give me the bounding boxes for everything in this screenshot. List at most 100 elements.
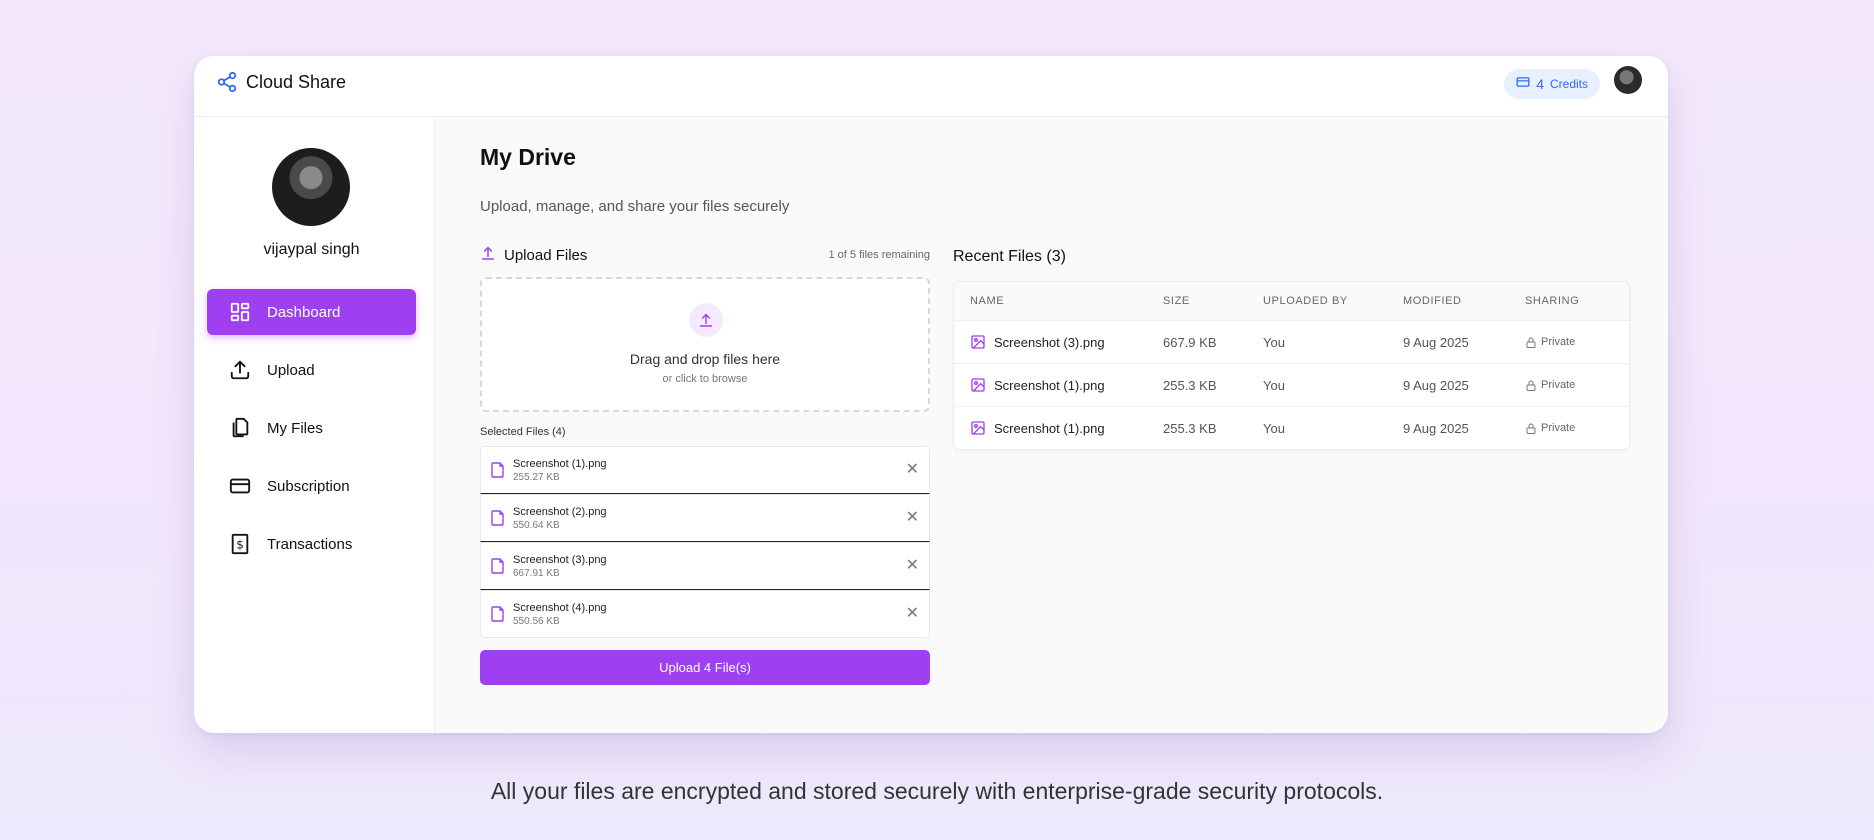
lock-icon [1526,423,1536,434]
top-bar: Cloud Share 4 Credits [194,56,1668,117]
sidebar-item-label: Subscription [267,477,350,495]
sidebar-item-upload[interactable]: Upload [207,347,416,393]
file-icon [491,510,504,526]
row-modified: 9 Aug 2025 [1403,334,1469,350]
selected-file-item: Screenshot (4).png 550.56 KB ✕ [480,590,930,638]
files-icon [229,417,251,439]
row-modified: 9 Aug 2025 [1403,420,1469,436]
table-row[interactable]: Screenshot (1).png 255.3 KB You 9 Aug 20… [954,363,1629,406]
column-header-size[interactable]: SIZE [1163,295,1263,307]
svg-text:$: $ [236,538,244,552]
row-sharing: Private [1525,336,1625,349]
profile-name: vijaypal singh [263,241,360,258]
card-icon [229,475,251,497]
table-header: NAME SIZE UPLOADED BY MODIFIED SHARING [954,282,1629,320]
sidebar: vijaypal singh Dashboard Upload My Files… [194,117,435,733]
upload-title: Upload Files [504,246,588,264]
file-icon [491,462,504,478]
dollar-receipt-icon: $ [229,533,251,555]
dropzone[interactable]: Drag and drop files here or click to bro… [480,277,930,412]
lock-icon [1526,337,1536,348]
upload-panel: Upload Files 1 of 5 files remaining Drag… [480,243,930,685]
sidebar-item-label: Transactions [267,535,353,553]
dropzone-subtitle: or click to browse [662,373,748,385]
dropzone-title: Drag and drop files here [629,351,781,367]
sharing-label: Private [1541,422,1576,434]
main-content: My Drive Upload, manage, and share your … [435,117,1668,733]
row-file-name: Screenshot (1).png [994,377,1105,393]
remove-file-button[interactable]: ✕ [906,510,919,526]
remove-file-button[interactable]: ✕ [906,606,919,622]
file-size: 550.64 KB [513,519,560,531]
file-size: 667.91 KB [513,567,560,579]
image-file-icon [971,421,985,435]
sharing-label: Private [1541,379,1576,391]
file-size: 255.27 KB [513,471,560,483]
dashboard-icon [229,301,251,323]
sidebar-item-label: Upload [267,361,315,379]
credits-badge[interactable]: 4 Credits [1504,69,1600,99]
file-icon [491,606,504,622]
app-window: Cloud Share 4 Credits vijaypal singh Das… [194,56,1668,733]
file-name: Screenshot (4).png [513,601,607,614]
remove-file-button[interactable]: ✕ [906,558,919,574]
page-subtitle: Upload, manage, and share your files sec… [480,198,790,215]
column-header-name[interactable]: NAME [954,295,1163,307]
recent-files-table: NAME SIZE UPLOADED BY MODIFIED SHARING S… [953,281,1630,450]
upload-arrow-icon [689,303,723,337]
row-modified: 9 Aug 2025 [1403,377,1469,393]
column-header-uploaded-by[interactable]: UPLOADED BY [1263,295,1403,307]
app-name: Cloud Share [246,71,347,92]
file-size: 550.56 KB [513,615,560,627]
sidebar-item-label: My Files [267,419,323,437]
row-size: 255.3 KB [1163,377,1217,393]
lock-icon [1526,380,1536,391]
profile-avatar [272,148,350,226]
file-icon [491,558,504,574]
recent-files-panel: Recent Files (3) NAME SIZE UPLOADED BY M… [953,243,1630,450]
column-header-sharing[interactable]: SHARING [1525,295,1625,307]
share-icon [216,71,238,93]
page-title: My Drive [480,144,576,170]
selected-file-item: Screenshot (2).png 550.64 KB ✕ [480,494,930,542]
row-file-name: Screenshot (1).png [994,420,1105,436]
row-sharing: Private [1525,379,1625,392]
row-size: 667.9 KB [1163,334,1217,350]
row-size: 255.3 KB [1163,420,1217,436]
row-uploaded-by: You [1263,334,1285,350]
image-file-icon [971,335,985,349]
table-row[interactable]: Screenshot (1).png 255.3 KB You 9 Aug 20… [954,406,1629,449]
row-uploaded-by: You [1263,420,1285,436]
selected-files-label: Selected Files (4) [480,426,566,438]
row-file-name: Screenshot (3).png [994,334,1105,350]
sidebar-item-subscription[interactable]: Subscription [207,463,416,509]
table-row[interactable]: Screenshot (3).png 667.9 KB You 9 Aug 20… [954,320,1629,363]
sharing-label: Private [1541,336,1576,348]
file-name: Screenshot (3).png [513,553,607,566]
upload-icon [229,359,251,381]
file-name: Screenshot (2).png [513,505,607,518]
column-header-modified[interactable]: MODIFIED [1403,295,1525,307]
security-footer-text: All your files are encrypted and stored … [490,778,1384,804]
credit-card-icon [1516,75,1530,93]
credits-label: Credits [1549,77,1588,91]
user-avatar-button[interactable] [1614,66,1642,94]
upload-files-button[interactable]: Upload 4 File(s) [480,650,930,685]
selected-file-item: Screenshot (1).png 255.27 KB ✕ [480,446,930,494]
recent-files-title: Recent Files (3) [953,248,1066,265]
credits-count: 4 [1536,76,1544,92]
remove-file-button[interactable]: ✕ [906,462,919,478]
files-remaining: 1 of 5 files remaining [828,249,931,261]
row-sharing: Private [1525,422,1625,435]
upload-header: Upload Files 1 of 5 files remaining [480,243,930,267]
image-file-icon [971,378,985,392]
brand[interactable]: Cloud Share [216,71,346,93]
selected-files-list: Screenshot (1).png 255.27 KB ✕ Screensho… [480,446,930,638]
sidebar-item-label: Dashboard [267,303,341,321]
file-name: Screenshot (1).png [513,457,607,470]
sidebar-item-transactions[interactable]: $ Transactions [207,521,416,567]
row-uploaded-by: You [1263,377,1285,393]
sidebar-item-my-files[interactable]: My Files [207,405,416,451]
sidebar-nav: Dashboard Upload My Files Subscription $… [207,289,416,579]
sidebar-item-dashboard[interactable]: Dashboard [207,289,416,335]
